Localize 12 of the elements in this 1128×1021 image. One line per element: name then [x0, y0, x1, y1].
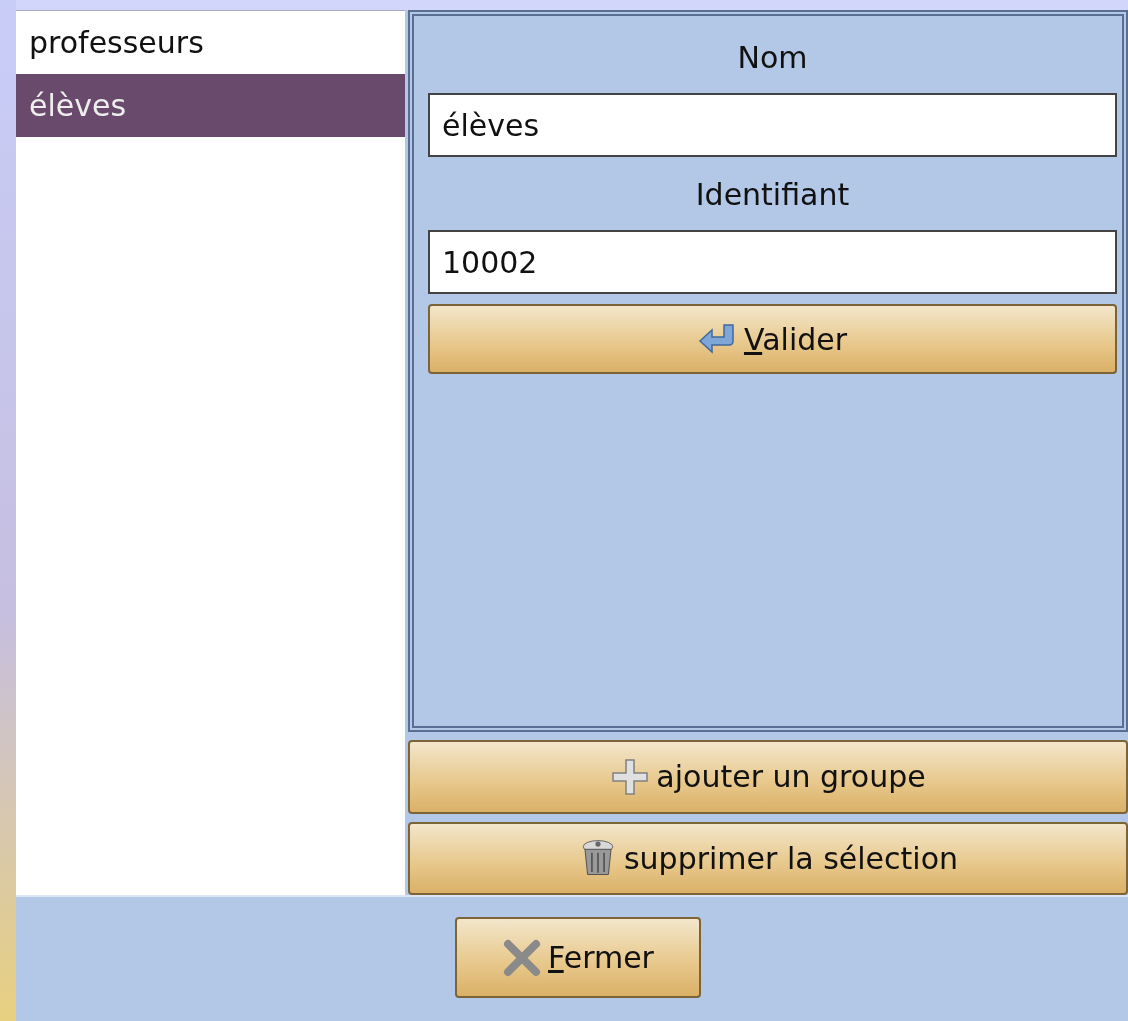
add-button[interactable]: ajouter un groupe	[408, 740, 1128, 814]
delete-button[interactable]: supprimer la sélection	[408, 821, 1128, 895]
field-label: Identifiant	[694, 176, 851, 214]
group-item[interactable]: professeurs	[16, 11, 405, 74]
plus-icon	[610, 756, 651, 797]
input-field[interactable]: élèves	[428, 93, 1117, 157]
field-label: Nom	[736, 39, 809, 77]
input-field[interactable]: 10002	[428, 230, 1117, 294]
close-icon	[502, 937, 543, 978]
validate-button[interactable]: Valider	[428, 304, 1117, 374]
group-item[interactable]: élèves	[16, 74, 405, 137]
close-button[interactable]: Fermer	[455, 917, 701, 998]
